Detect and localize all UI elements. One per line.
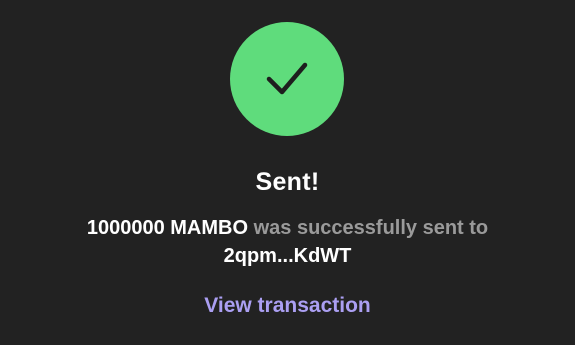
message-text: was successfully sent to xyxy=(248,217,489,239)
view-transaction-link[interactable]: View transaction xyxy=(204,294,371,317)
success-badge xyxy=(230,22,344,136)
view-transaction-link-row: View transaction xyxy=(0,294,575,318)
recipient-address: 2qpm...KdWT xyxy=(223,245,352,267)
sent-amount: 1000000 MAMBO xyxy=(86,217,249,239)
checkmark-icon xyxy=(266,62,308,95)
status-title: Sent! xyxy=(255,168,320,196)
success-message: 1000000 MAMBO was successfully sent to 2… xyxy=(40,214,535,270)
